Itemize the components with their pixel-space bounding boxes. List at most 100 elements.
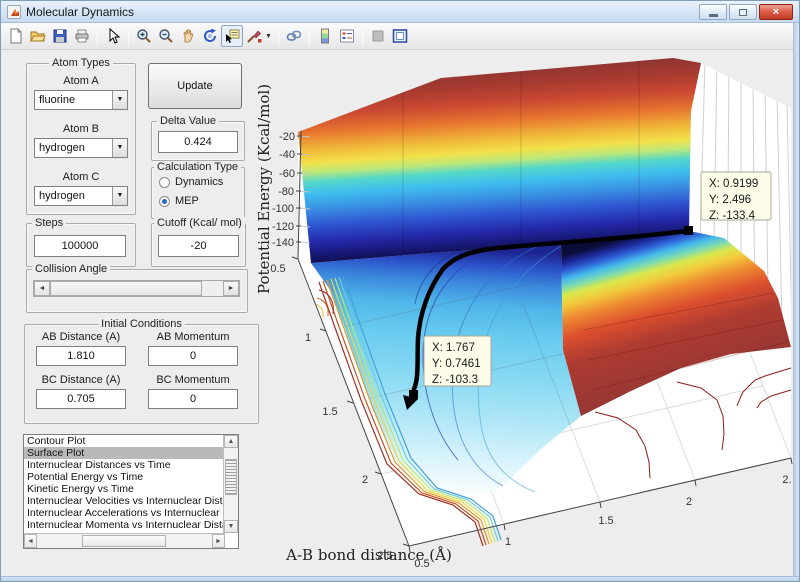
popup-arrow-icon[interactable]: ▼	[112, 187, 127, 205]
insert-colorbar-button[interactable]	[314, 25, 336, 47]
open-folder-button[interactable]	[27, 25, 49, 47]
bc-distance-field[interactable]: 0.705	[36, 389, 126, 409]
bc-distance-label: BC Distance (A)	[36, 374, 126, 386]
app-window: Molecular Dynamics × ▼ Atom Types	[0, 0, 800, 582]
list-item-selected[interactable]: Surface Plot	[24, 447, 223, 459]
dynamics-radio[interactable]: Dynamics	[159, 176, 223, 188]
edit-plot-button[interactable]	[102, 25, 124, 47]
brush-icon	[245, 27, 263, 45]
restore-button[interactable]	[729, 4, 757, 20]
toolbar-separator	[278, 26, 279, 46]
ab-momentum-field[interactable]: 0	[148, 346, 238, 366]
datatip-1[interactable]: X: 0.9199 Y: 2.496 Z: -133.4	[701, 172, 771, 222]
slider-left-arrow[interactable]: ◄	[34, 281, 50, 296]
pan-button[interactable]	[177, 25, 199, 47]
radio-icon	[159, 177, 170, 188]
rotate-3d-button[interactable]	[199, 25, 221, 47]
atom-b-value: hydrogen	[39, 142, 85, 154]
steps-field[interactable]: 100000	[34, 235, 126, 257]
x-axis-label: A-B bond distance (Å)	[285, 546, 452, 564]
svg-text:-140: -140	[272, 237, 294, 249]
vscroll-thumb[interactable]	[225, 459, 237, 495]
update-button[interactable]: Update	[148, 63, 242, 109]
popup-arrow-icon[interactable]: ▼	[112, 139, 127, 157]
brush-dropdown-arrow[interactable]: ▼	[265, 33, 274, 40]
initial-conditions-title: Initial Conditions	[98, 318, 185, 330]
datatip-2[interactable]: X: 1.767 Y: 0.7461 Z: -103.3	[424, 336, 491, 386]
vertical-scrollbar[interactable]: ▲ ▼	[223, 435, 238, 533]
datatip-x: X: 1.767	[432, 342, 475, 354]
datatip-marker[interactable]	[684, 226, 693, 235]
rotate-3d-icon	[201, 27, 219, 45]
datatip-y: Y: 2.496	[709, 194, 751, 206]
hscroll-thumb[interactable]	[82, 535, 166, 547]
print-button[interactable]	[71, 25, 93, 47]
slider-right-arrow[interactable]: ►	[223, 281, 239, 296]
close-button[interactable]: ×	[759, 4, 793, 20]
svg-text:-40: -40	[279, 149, 295, 161]
ab-distance-label: AB Distance (A)	[36, 331, 126, 343]
datatip-marker[interactable]	[409, 390, 418, 399]
toolbar-separator	[362, 26, 363, 46]
dock-figure-button[interactable]	[389, 25, 411, 47]
list-item[interactable]: Internuclear Distances vs Time	[24, 459, 223, 471]
insert-legend-button[interactable]	[336, 25, 358, 47]
link-plots-button[interactable]	[283, 25, 305, 47]
svg-text:2: 2	[362, 474, 368, 486]
zoom-out-icon	[157, 27, 175, 45]
new-document-button[interactable]	[5, 25, 27, 47]
data-cursor-button[interactable]	[221, 25, 243, 47]
svg-text:1: 1	[305, 332, 311, 344]
cutoff-field[interactable]: -20	[158, 235, 239, 257]
list-item[interactable]: Kinetic Energy vs Time	[24, 483, 223, 495]
svg-text:-60: -60	[279, 168, 295, 180]
atom-b-popup[interactable]: hydrogen ▼	[34, 138, 128, 158]
z-tick-labels: -20 -40 -60 -80 -100 -120 -140	[272, 131, 295, 249]
hide-plot-tools-button[interactable]	[367, 25, 389, 47]
zoom-in-button[interactable]	[133, 25, 155, 47]
open-folder-icon	[29, 27, 47, 45]
radio-checked-icon	[159, 196, 170, 207]
save-button[interactable]	[49, 25, 71, 47]
atom-b-label: Atom B	[26, 123, 136, 135]
svg-text:-100: -100	[272, 203, 294, 215]
collision-angle-slider[interactable]: ◄ ►	[33, 280, 240, 297]
scroll-up-icon[interactable]: ▲	[224, 435, 238, 448]
surface-plot-axes[interactable]: X: 0.9199 Y: 2.496 Z: -133.4 X: 1.767 Y:…	[253, 50, 795, 574]
bc-momentum-field[interactable]: 0	[148, 389, 238, 409]
plot-type-listbox[interactable]: Contour Plot Surface Plot Internuclear D…	[23, 434, 239, 549]
list-item[interactable]: Contour Plot	[24, 435, 223, 447]
list-item[interactable]: Potential Energy vs Time	[24, 471, 223, 483]
zoom-out-button[interactable]	[155, 25, 177, 47]
dock-figure-icon	[391, 27, 409, 45]
window-right-frame	[793, 23, 799, 578]
atom-a-popup[interactable]: fluorine▼	[34, 90, 128, 110]
minimize-button[interactable]	[699, 4, 727, 20]
horizontal-scrollbar[interactable]: ◄ ►	[24, 533, 225, 548]
scroll-down-icon[interactable]: ▼	[224, 520, 238, 533]
popup-arrow-icon[interactable]: ▼	[112, 91, 127, 109]
title-bar: Molecular Dynamics ×	[1, 1, 799, 23]
window-bottom-frame	[1, 576, 799, 581]
minimize-icon	[709, 14, 718, 17]
svg-text:1: 1	[505, 536, 511, 548]
ab-momentum-label: AB Momentum	[148, 331, 238, 343]
list-item[interactable]: Internuclear Accelerations vs Internucle…	[24, 507, 223, 519]
cutoff-title: Cutoff (Kcal/ mol)	[154, 217, 245, 229]
insert-colorbar-icon	[316, 27, 334, 45]
datatip-x: X: 0.9199	[709, 178, 758, 190]
ab-distance-field[interactable]: 1.810	[36, 346, 126, 366]
slider-thumb[interactable]	[50, 281, 202, 296]
svg-text:2.: 2.	[782, 474, 791, 486]
brush-button[interactable]	[243, 25, 265, 47]
mep-radio[interactable]: MEP	[159, 195, 199, 207]
list-item[interactable]: Internuclear Momenta vs Internuclear Dis…	[24, 519, 223, 531]
scroll-right-icon[interactable]: ►	[212, 534, 225, 548]
delta-value-field[interactable]: 0.424	[158, 131, 238, 153]
steps-title: Steps	[32, 217, 66, 229]
scroll-left-icon[interactable]: ◄	[24, 534, 37, 548]
atom-c-popup[interactable]: hydrogen▼	[34, 186, 128, 206]
datatip-z: Z: -103.3	[432, 374, 478, 386]
dynamics-radio-label: Dynamics	[175, 176, 223, 188]
list-item[interactable]: Internuclear Velocities vs Internuclear …	[24, 495, 223, 507]
